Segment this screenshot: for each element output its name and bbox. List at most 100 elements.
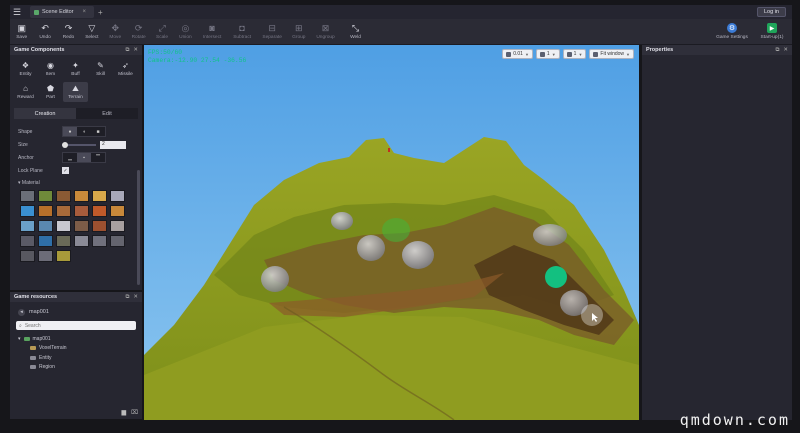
hamburger-menu-icon[interactable]: ☰ (10, 5, 24, 19)
tree-node-entity[interactable]: Entity (18, 353, 136, 363)
tree-node-region[interactable]: Region (18, 363, 136, 373)
rotation-snap-dropdown[interactable]: 1 ▼ (535, 49, 560, 59)
tool-undo[interactable]: ↶ Undo (33, 20, 56, 44)
tab-edit[interactable]: Edit (76, 108, 138, 119)
material-swatch[interactable] (20, 190, 35, 202)
component-item[interactable]: ◉ Item (38, 59, 63, 79)
camera-speed-dropdown[interactable]: 1 ▼ (562, 49, 587, 59)
material-swatch[interactable] (74, 235, 89, 247)
close-tab-icon[interactable]: × (83, 9, 87, 15)
scene-editor-tab[interactable]: Scene Editor × (30, 6, 95, 18)
tool-union[interactable]: ◎ Union (174, 20, 197, 44)
close-icon[interactable]: ✕ (783, 47, 788, 54)
brush-marker (545, 266, 567, 288)
toolbar-right-group: ⚙ Game Settings ▶ Start-up(1) (712, 20, 792, 44)
material-swatch[interactable] (92, 220, 107, 232)
add-tab-icon[interactable]: + (98, 8, 103, 17)
search-input[interactable] (24, 322, 125, 329)
cube-shape-option[interactable]: ■ (91, 127, 105, 136)
material-swatch[interactable] (20, 250, 35, 262)
tree-node-voxelterrain[interactable]: VoxelTerrain (18, 344, 136, 354)
scrollbar[interactable] (137, 170, 140, 285)
material-swatch[interactable] (38, 235, 53, 247)
save-icon: ▣ (17, 22, 26, 33)
panel-title: Game Components (14, 47, 65, 53)
component-buff[interactable]: ✦ Buff (63, 59, 88, 79)
material-swatch[interactable] (92, 205, 107, 217)
subtract-icon: ◘ (239, 22, 245, 33)
tool-group[interactable]: ⊞ Group (287, 20, 310, 44)
material-swatch[interactable] (56, 220, 71, 232)
login-button[interactable]: Log in (757, 7, 786, 17)
new-folder-icon[interactable]: ▆ (121, 409, 126, 416)
component-skill[interactable]: ✎ Skill (88, 59, 113, 79)
material-swatch[interactable] (56, 235, 71, 247)
component-reward[interactable]: ⌂ Reward (13, 82, 38, 102)
search-icon: ⌕ (19, 322, 22, 329)
material-swatch[interactable] (20, 205, 35, 217)
tree-node-map001[interactable]: ▾ map001 (18, 334, 136, 344)
material-swatch[interactable] (20, 220, 35, 232)
component-part[interactable]: ⬟ Part (38, 82, 63, 102)
material-swatch[interactable] (110, 205, 125, 217)
material-swatch[interactable] (74, 190, 89, 202)
close-icon[interactable]: ✕ (133, 294, 138, 301)
tool-intersect[interactable]: ◙ Intersect (197, 20, 227, 44)
lock-plane-checkbox[interactable]: ✓ (62, 167, 69, 174)
material-swatch[interactable] (38, 220, 53, 232)
material-swatch[interactable] (20, 235, 35, 247)
material-swatch[interactable] (110, 190, 125, 202)
tool-ungroup[interactable]: ⊠ Ungroup (311, 20, 341, 44)
anchor-center-option[interactable]: ▪ (77, 153, 91, 162)
material-swatch[interactable] (38, 205, 53, 217)
close-icon[interactable]: ✕ (133, 47, 138, 54)
scene-viewport[interactable]: FPS:50/60 Camera:-12.90 27.54 -36.56 0.0… (144, 45, 639, 420)
anchor-bottom-option[interactable]: ▁ (63, 153, 77, 162)
camera-readout: Camera:-12.90 27.54 -36.56 (148, 56, 247, 64)
component-missile[interactable]: ➶ Missile (113, 59, 138, 79)
undock-icon[interactable]: ⧉ (125, 294, 129, 301)
tool-select[interactable]: ▽ Select (80, 20, 103, 44)
component-terrain[interactable]: ⛰ Terrain (63, 82, 88, 102)
tool-subtract[interactable]: ◘ Subtract (227, 20, 257, 44)
tree-node-label: Region (39, 364, 55, 371)
game-settings-button[interactable]: ⚙ Game Settings (712, 20, 752, 44)
tool-move[interactable]: ✥ Move (104, 20, 127, 44)
startup-button[interactable]: ▶ Start-up(1) (752, 20, 792, 44)
material-swatch[interactable] (110, 220, 125, 232)
tool-save[interactable]: ▣ Save (10, 20, 33, 44)
back-icon[interactable]: ◂ (18, 308, 25, 316)
tool-redo[interactable]: ↷ Redo (57, 20, 80, 44)
material-swatch[interactable] (56, 205, 71, 217)
undock-icon[interactable]: ⧉ (775, 47, 779, 54)
material-swatch[interactable] (38, 190, 53, 202)
tool-separate[interactable]: ⊟ Separate (257, 20, 287, 44)
anchor-top-option[interactable]: ▔ (91, 153, 105, 162)
undock-icon[interactable]: ⧉ (125, 47, 129, 54)
material-swatch[interactable] (92, 190, 107, 202)
grid-snap-dropdown[interactable]: 0.01 ▼ (502, 49, 533, 59)
tool-weld[interactable]: ⤡ Weld (341, 20, 371, 44)
material-swatch[interactable] (110, 235, 125, 247)
cylinder-shape-option[interactable]: ◖ (77, 127, 91, 136)
material-swatch[interactable] (38, 250, 53, 262)
tab-creation[interactable]: Creation (14, 108, 76, 119)
component-entity[interactable]: ❖ Entity (13, 59, 38, 79)
fit-window-dropdown[interactable]: Fit window ▼ (589, 49, 634, 59)
tool-label: Weld (350, 34, 361, 40)
tool-label: Subtract (233, 34, 252, 40)
material-swatch[interactable] (56, 250, 71, 262)
tool-scale[interactable]: ⤢ Scale (150, 20, 173, 44)
size-input[interactable]: 2 (100, 140, 126, 149)
material-swatch[interactable] (56, 190, 71, 202)
sphere-shape-option[interactable]: ● (63, 127, 77, 136)
size-slider[interactable] (62, 141, 96, 148)
ungroup-icon: ⊠ (321, 22, 330, 33)
material-swatch[interactable] (74, 205, 89, 217)
peak-marker (388, 148, 390, 152)
expand-caret-icon[interactable]: ▾ (18, 336, 21, 342)
tool-rotate[interactable]: ⟳ Rotate (127, 20, 150, 44)
material-swatch[interactable] (74, 220, 89, 232)
material-swatch[interactable] (92, 235, 107, 247)
delete-icon[interactable]: ⌧ (131, 409, 138, 416)
